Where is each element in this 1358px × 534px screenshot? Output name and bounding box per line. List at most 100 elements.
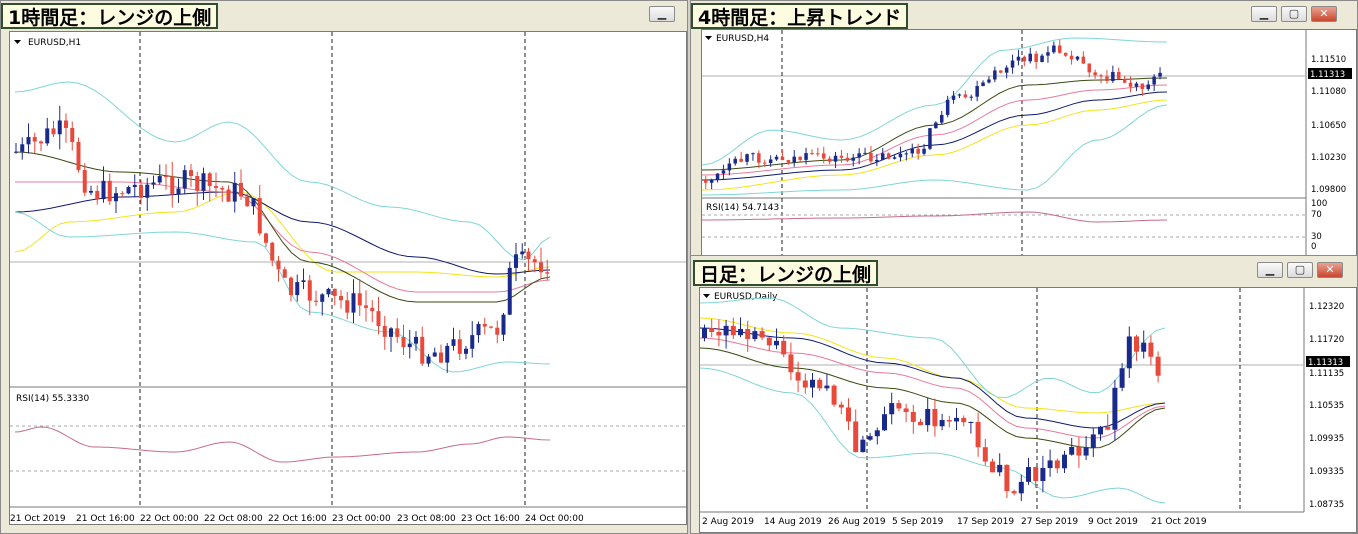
candle-body xyxy=(1093,72,1097,76)
restore-button[interactable]: ▢ xyxy=(1281,6,1307,22)
h4-rsi-level-label: 0 xyxy=(1311,242,1316,252)
candle-body xyxy=(376,311,381,326)
candle-body xyxy=(170,176,175,195)
h1-time-label: 23 Oct 16:00 xyxy=(461,514,520,524)
candle-body xyxy=(1063,52,1068,56)
candle-body xyxy=(999,70,1003,73)
candle-body xyxy=(766,337,772,346)
candle-body xyxy=(189,170,193,177)
candle-body xyxy=(64,120,68,128)
candle-body xyxy=(332,288,337,296)
candle-body xyxy=(1040,55,1044,62)
candle-body xyxy=(839,155,844,158)
minimize-button[interactable]: ▁ xyxy=(649,6,675,22)
candle-body xyxy=(851,157,855,161)
candle-body xyxy=(1028,53,1032,62)
candle-body xyxy=(774,340,779,346)
candle-body xyxy=(892,157,897,159)
candle-body xyxy=(816,153,820,155)
candle-body xyxy=(157,176,162,183)
candle-body xyxy=(786,160,791,163)
close-button[interactable]: ✕ xyxy=(1311,6,1337,22)
h1-chart-area[interactable]: EURUSD,H1 RSI(14) 55.3330 21 Oct 2019 21 … xyxy=(9,31,687,525)
candle-body xyxy=(822,153,826,159)
candle-body xyxy=(39,141,43,144)
candle-body xyxy=(1010,60,1015,68)
daily-time-label: 26 Aug 2019 xyxy=(828,517,886,527)
candle-body xyxy=(1018,481,1024,494)
candle-body xyxy=(95,190,100,200)
candle-body xyxy=(520,251,525,255)
candle-body xyxy=(539,262,543,273)
h4-rsi-level-label: 70 xyxy=(1311,210,1322,220)
candle-body xyxy=(824,385,830,389)
h1-rsi-label: RSI(14) 55.3330 xyxy=(16,394,89,404)
candle-body xyxy=(445,345,450,363)
candle-body xyxy=(975,86,979,97)
candle-body xyxy=(795,372,801,381)
candle-body xyxy=(420,336,425,364)
candle-body xyxy=(364,305,368,308)
h1-chart-window: 1時間足：レンジの上側 ▁ EURUSD,H1 RSI(14) 55.3330 … xyxy=(0,0,688,534)
close-button[interactable]: ✕ xyxy=(1317,262,1343,278)
candle-body xyxy=(727,163,732,171)
candle-body xyxy=(1004,67,1009,73)
candle-body xyxy=(1033,467,1039,482)
h1-chart-svg: EURUSD,H1 RSI(14) 55.3330 21 Oct 2019 21 … xyxy=(10,32,686,524)
candle-body xyxy=(289,277,293,296)
candle-body xyxy=(874,430,880,437)
candle-body xyxy=(145,184,150,198)
candle-body xyxy=(810,379,815,388)
h4-dropdown-icon[interactable] xyxy=(705,36,712,40)
candle-body xyxy=(1062,454,1067,469)
candle-body xyxy=(1058,45,1062,53)
candle-body xyxy=(982,447,988,462)
candle-body xyxy=(1004,464,1010,492)
daily-chart-svg: EURUSD,Daily 1.12320 1.11720 1.113131.1113… xyxy=(700,288,1350,527)
minimize-button[interactable]: ▁ xyxy=(1251,6,1277,22)
candle-body xyxy=(918,421,923,426)
daily-price-label: 1.10535 xyxy=(1309,401,1344,411)
candle-body xyxy=(401,336,406,348)
minimize-button[interactable]: ▁ xyxy=(1257,262,1283,278)
candle-body xyxy=(1152,76,1156,85)
daily-price-label: 1.09935 xyxy=(1309,434,1344,444)
restore-button[interactable]: ▢ xyxy=(1287,262,1313,278)
h1-dropdown-icon[interactable] xyxy=(14,40,21,44)
candle-body xyxy=(1069,55,1074,60)
h1-bb-upper xyxy=(14,81,551,261)
candle-body xyxy=(251,198,256,207)
candle-body xyxy=(432,352,437,357)
candle-body xyxy=(214,186,218,188)
h1-symbol-label: EURUSD,H1 xyxy=(28,38,81,48)
daily-dropdown-icon[interactable] xyxy=(703,294,710,298)
candle-body xyxy=(1046,52,1050,56)
candle-body xyxy=(1140,83,1145,90)
candle-body xyxy=(709,179,714,183)
candle-body xyxy=(139,184,143,198)
daily-chart-area[interactable]: EURUSD,Daily 1.12320 1.11720 1.11313 1.1113… xyxy=(699,287,1357,533)
h4-chart-area[interactable]: EURUSD,H4 RSI(14) 54.7143 1.11510 1.11313… xyxy=(701,29,1357,257)
daily-ma-olive xyxy=(700,347,1166,449)
candle-body xyxy=(270,242,275,261)
h4-rsi-line xyxy=(702,211,1168,223)
candle-body xyxy=(132,184,137,188)
candle-body xyxy=(716,331,722,336)
candle-body xyxy=(32,137,37,142)
h1-time-label: 23 Oct 08:00 xyxy=(397,514,456,524)
h1-time-label: 21 Oct 16:00 xyxy=(76,514,135,524)
candle-body xyxy=(774,156,779,160)
candle-body xyxy=(1069,446,1075,455)
candle-body xyxy=(1128,82,1133,87)
candle-body xyxy=(489,326,493,328)
candle-body xyxy=(482,324,487,327)
candle-body xyxy=(932,408,938,427)
candle-body xyxy=(963,94,968,98)
daily-price-label: 1.11720 xyxy=(1309,335,1344,345)
candle-body xyxy=(514,254,518,268)
candle-body xyxy=(990,461,995,473)
candle-body xyxy=(276,260,281,270)
daily-time-label: 5 Sep 2019 xyxy=(892,517,944,527)
candle-body xyxy=(881,153,885,160)
h4-price-label: 1.11510 xyxy=(1311,55,1346,65)
